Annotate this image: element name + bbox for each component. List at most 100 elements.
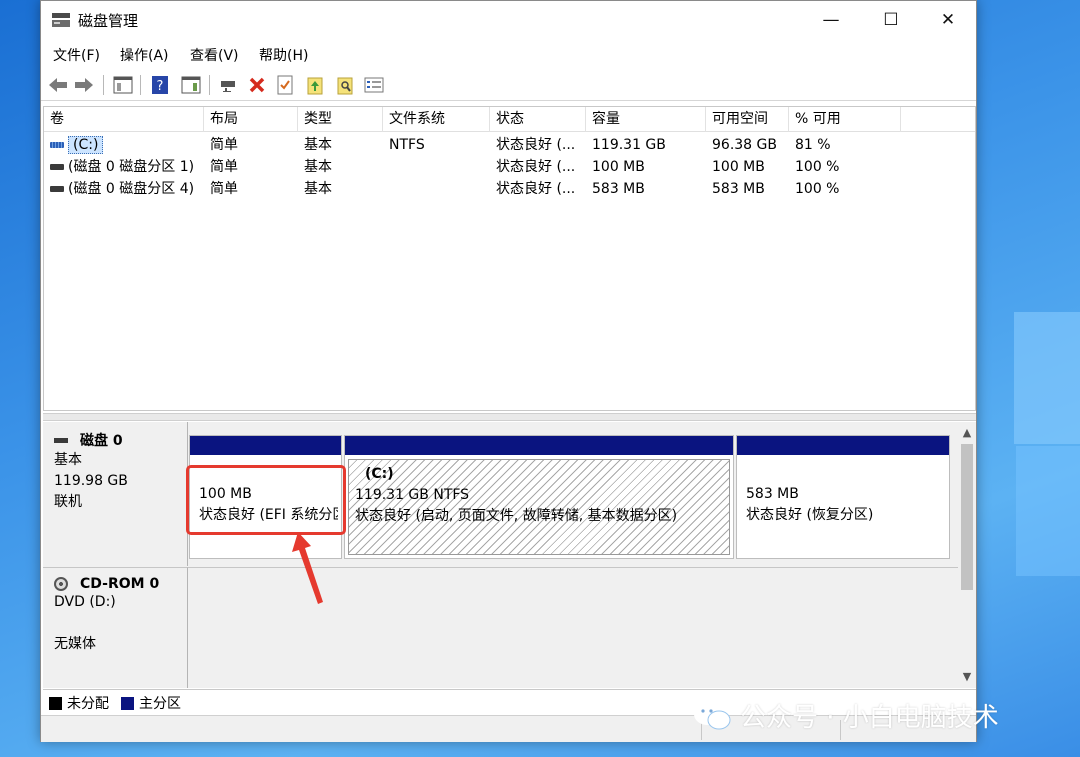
disk-0-info[interactable]: 磁盘 0 基本 119.98 GB 联机 (43, 422, 188, 566)
column-volume[interactable]: 卷 (44, 107, 204, 132)
volume-row[interactable]: (磁盘 0 磁盘分区 4) 简单 基本 状态良好 (... 583 MB 583… (44, 178, 975, 200)
find-icon[interactable] (334, 74, 356, 96)
toolbar-separator (209, 75, 210, 95)
recovery-partition[interactable]: 583 MB 状态良好 (恢复分区) (736, 435, 950, 559)
partition-size: 119.31 GB NTFS (355, 487, 470, 503)
partition-body: 583 MB 状态良好 (恢复分区) (740, 459, 946, 555)
scroll-up-icon[interactable]: ▲ (958, 424, 976, 442)
column-percent-free[interactable]: % 可用 (789, 107, 901, 132)
menu-file[interactable]: 文件(F) (53, 45, 100, 65)
volume-name-cell: (磁盘 0 磁盘分区 1) (44, 156, 204, 178)
list-icon[interactable] (363, 74, 385, 96)
toolbar: ? (41, 69, 976, 101)
primary-partition-bar (737, 436, 949, 455)
primary-partition-bar (190, 436, 341, 455)
partition-title: (C:) (365, 466, 394, 482)
hard-disk-icon (54, 437, 68, 443)
minimize-button[interactable]: — (808, 1, 854, 39)
volume-name-cell: (C:) (44, 134, 204, 156)
menu-action[interactable]: 操作(A) (120, 45, 169, 65)
capacity-cell: 119.31 GB (592, 137, 666, 153)
volume-name-cell: (磁盘 0 磁盘分区 4) (44, 178, 204, 200)
properties-icon[interactable] (274, 74, 296, 96)
window-title: 磁盘管理 (78, 12, 139, 30)
type-cell: 基本 (304, 159, 332, 175)
watermark-text: 公众号 · 小白电脑技术 (740, 703, 999, 733)
delete-icon[interactable] (246, 74, 268, 96)
free-space-cell: 100 MB (712, 159, 765, 175)
legend-primary: 主分区 (121, 693, 181, 713)
desktop-shape (1014, 312, 1080, 444)
disk-graphical-view: 磁盘 0 基本 119.98 GB 联机 100 MB 状态良好 (EFI 系统… (43, 422, 958, 688)
back-icon[interactable] (47, 74, 69, 96)
refresh-icon[interactable] (304, 74, 326, 96)
volume-row[interactable]: (C:) 简单 基本 NTFS 状态良好 (... 119.31 GB 96.3… (44, 134, 975, 156)
title-bar: 磁盘管理 — ☐ ✕ (41, 1, 976, 39)
menu-view[interactable]: 查看(V) (190, 45, 239, 65)
cdrom-0-label: CD-ROM 0 (54, 576, 187, 592)
scrollbar-thumb[interactable] (961, 444, 973, 590)
percent-free-cell: 100 % (795, 181, 840, 197)
legend-swatch (121, 696, 134, 710)
filesystem-cell: NTFS (389, 137, 425, 153)
primary-partition-bar (345, 436, 733, 455)
toolbar-separator (140, 75, 141, 95)
disk-0-type: 基本 (54, 452, 82, 468)
disk-management-app-icon (52, 13, 70, 27)
column-filesystem[interactable]: 文件系统 (383, 107, 490, 132)
column-status[interactable]: 状态 (490, 107, 586, 132)
help-icon[interactable]: ? (149, 74, 171, 96)
highlight-box (186, 465, 346, 535)
column-type[interactable]: 类型 (298, 107, 383, 132)
cd-rom-icon (54, 577, 68, 591)
wechat-icon (694, 702, 731, 729)
pane-splitter[interactable] (43, 413, 976, 421)
status-cell: 状态良好 (... (496, 159, 576, 175)
volume-icon (50, 142, 64, 148)
volume-icon (50, 186, 64, 192)
type-cell: 基本 (304, 181, 332, 197)
toolbar-separator (103, 75, 104, 95)
svg-text:?: ? (157, 79, 164, 94)
column-free-space[interactable]: 可用空间 (706, 107, 789, 132)
c-drive-partition[interactable]: (C:) 119.31 GB NTFS 状态良好 (启动, 页面文件, 故障转储… (344, 435, 734, 559)
cdrom-0-info[interactable]: CD-ROM 0 DVD (D:) 无媒体 (43, 567, 188, 688)
watermark: 公众号 · 小白电脑技术 (692, 697, 999, 734)
capacity-cell: 583 MB (592, 181, 645, 197)
free-space-cell: 96.38 GB (712, 137, 777, 153)
status-cell: 状态良好 (... (496, 137, 576, 153)
partition-title (746, 463, 940, 484)
partition-status: 状态良好 (启动, 页面文件, 故障转储, 基本数据分区) (355, 508, 678, 524)
legend-unallocated: 未分配 (49, 693, 109, 713)
partition-size: 583 MB (746, 486, 799, 502)
disk-management-window: 磁盘管理 — ☐ ✕ 文件(F) 操作(A) 查看(V) 帮助(H) ? 卷 布… (40, 0, 977, 742)
show-hide-tree-icon[interactable] (112, 74, 134, 96)
layout-cell: 简单 (210, 137, 238, 153)
legend-swatch (49, 696, 62, 710)
menu-bar: 文件(F) 操作(A) 查看(V) 帮助(H) (41, 41, 976, 67)
menu-help[interactable]: 帮助(H) (259, 45, 308, 65)
free-space-cell: 583 MB (712, 181, 765, 197)
partition-status: 状态良好 (恢复分区) (746, 507, 874, 523)
close-button[interactable]: ✕ (925, 1, 971, 39)
partition-body: (C:) 119.31 GB NTFS 状态良好 (启动, 页面文件, 故障转储… (348, 459, 730, 555)
layout-cell: 简单 (210, 159, 238, 175)
show-hide-action-pane-icon[interactable] (180, 74, 202, 96)
connect-icon[interactable] (218, 74, 240, 96)
percent-free-cell: 81 % (795, 137, 831, 153)
scroll-down-icon[interactable]: ▼ (958, 668, 976, 686)
column-layout[interactable]: 布局 (204, 107, 298, 132)
cdrom-0-type: DVD (D:) (54, 594, 116, 610)
cdrom-0-spacer (54, 613, 187, 634)
percent-free-cell: 100 % (795, 159, 840, 175)
desktop-shape (1016, 446, 1080, 576)
disk-view-scrollbar[interactable]: ▲ ▼ (958, 422, 976, 688)
volume-list: 卷 布局 类型 文件系统 状态 容量 可用空间 % 可用 (C:) 简单 基本 … (43, 106, 976, 411)
disk-0-label: 磁盘 0 (54, 430, 187, 450)
type-cell: 基本 (304, 137, 332, 153)
volume-row[interactable]: (磁盘 0 磁盘分区 1) 简单 基本 状态良好 (... 100 MB 100… (44, 156, 975, 178)
column-capacity[interactable]: 容量 (586, 107, 706, 132)
forward-icon[interactable] (73, 74, 95, 96)
maximize-button[interactable]: ☐ (868, 1, 914, 39)
cdrom-0-state: 无媒体 (54, 636, 96, 652)
